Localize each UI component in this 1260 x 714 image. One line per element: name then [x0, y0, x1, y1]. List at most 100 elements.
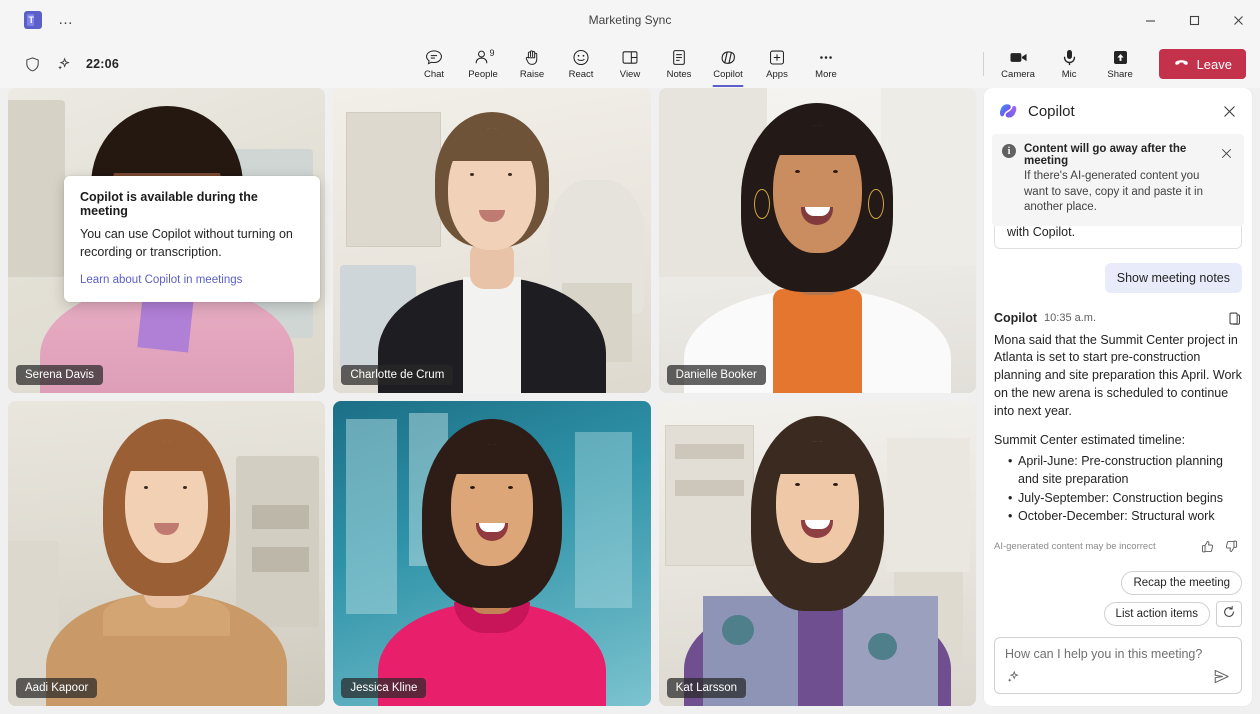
- microphone-icon: [1059, 48, 1080, 67]
- suggestion-recap-meeting[interactable]: Recap the meeting: [1121, 571, 1242, 595]
- tool-label: People: [468, 69, 498, 80]
- tool-share[interactable]: Share: [1096, 42, 1145, 86]
- copilot-content-warning-banner: i Content will go away after the meeting…: [992, 134, 1244, 226]
- participant-name: Jessica Kline: [341, 678, 427, 698]
- banner-title: Content will go away after the meeting: [1024, 143, 1187, 167]
- participant-name: Kat Larsson: [666, 678, 747, 698]
- copilot-panel-header: Copilot: [984, 88, 1252, 134]
- user-prompt-chip[interactable]: Show meeting notes: [1104, 262, 1242, 293]
- tool-apps[interactable]: Apps: [753, 42, 802, 86]
- message-timestamp: 10:35 a.m.: [1044, 312, 1097, 325]
- tool-view[interactable]: View: [606, 42, 655, 86]
- people-icon: 9: [474, 48, 495, 67]
- copilot-prompt-input[interactable]: [1005, 647, 1231, 661]
- refresh-suggestions-button[interactable]: [1216, 601, 1242, 627]
- participant-video: [333, 401, 651, 706]
- refresh-icon: [1222, 605, 1236, 624]
- window-title: Marketing Sync: [588, 13, 672, 27]
- title-bar: … Marketing Sync: [0, 0, 1260, 40]
- meeting-tools: Chat 9 People Raise React View Notes Cop…: [410, 40, 851, 88]
- participant-video: [333, 88, 651, 393]
- tool-label: View: [619, 69, 641, 80]
- close-copilot-panel-button[interactable]: [1216, 98, 1242, 124]
- tool-label: Share: [1107, 69, 1133, 80]
- tool-raise-hand[interactable]: Raise: [508, 42, 557, 86]
- participant-tile[interactable]: Charlotte de Crum: [333, 88, 651, 393]
- tool-react[interactable]: React: [557, 42, 606, 86]
- suggestion-row: List action items: [1103, 601, 1242, 627]
- tool-mic[interactable]: Mic: [1045, 42, 1094, 86]
- close-window-button[interactable]: [1216, 0, 1260, 40]
- copilot-panel-title: Copilot: [1028, 102, 1075, 120]
- timeline-list: April-June: Pre-construction planning an…: [994, 453, 1242, 526]
- timeline-item: July-September: Construction begins: [1008, 490, 1242, 508]
- participant-tile[interactable]: Jessica Kline: [333, 401, 651, 706]
- sparkle-icon[interactable]: [1005, 669, 1021, 685]
- leave-label: Leave: [1196, 56, 1232, 72]
- callout-body: You can use Copilot without turning on r…: [80, 227, 293, 260]
- timeline-item: April-June: Pre-construction planning an…: [1008, 453, 1242, 489]
- tool-chat[interactable]: Chat: [410, 42, 459, 86]
- clipped-message-text: with Copilot.: [1007, 225, 1076, 239]
- tool-label: Chat: [423, 69, 445, 80]
- tool-copilot[interactable]: Copilot: [704, 42, 753, 87]
- tool-label: Raise: [519, 69, 545, 80]
- participant-name: Danielle Booker: [666, 365, 766, 385]
- participant-tile[interactable]: Kat Larsson: [658, 401, 976, 706]
- tool-label: Mic: [1061, 69, 1077, 80]
- timeline-title: Summit Center estimated timeline:: [994, 433, 1186, 448]
- copilot-compose-box[interactable]: [994, 637, 1242, 694]
- meeting-status-group: 22:06: [24, 56, 119, 73]
- thumbs-up-icon[interactable]: [1196, 535, 1218, 557]
- tool-camera[interactable]: Camera: [994, 42, 1043, 86]
- leave-meeting-button[interactable]: Leave: [1158, 49, 1246, 79]
- copilot-sparkle-icon[interactable]: [55, 56, 72, 73]
- message-header: Copilot 10:35 a.m.: [994, 311, 1242, 326]
- participant-video: [658, 88, 976, 393]
- callout-learn-more-link[interactable]: Learn about Copilot in meetings: [80, 274, 242, 286]
- react-smiley-icon: [572, 48, 591, 67]
- participant-video: [8, 401, 326, 706]
- suggestion-list-action-items[interactable]: List action items: [1103, 602, 1210, 626]
- tool-more[interactable]: More: [802, 42, 851, 86]
- participant-name: Serena Davis: [16, 365, 104, 385]
- ai-disclaimer: AI-generated content may be incorrect: [994, 540, 1156, 552]
- participant-tile[interactable]: Danielle Booker: [658, 88, 976, 393]
- copilot-conversation[interactable]: with Copilot. Show meeting notes Copilot…: [984, 225, 1252, 563]
- hangup-icon: [1173, 54, 1190, 74]
- tool-notes[interactable]: Notes: [655, 42, 704, 86]
- meeting-timer: 22:06: [86, 57, 119, 71]
- participant-video: [658, 401, 976, 706]
- copy-icon[interactable]: [1227, 311, 1242, 326]
- suggestion-row: Recap the meeting: [1121, 571, 1242, 595]
- share-screen-icon: [1110, 48, 1131, 67]
- shield-icon[interactable]: [24, 56, 41, 73]
- people-count-badge: 9: [489, 48, 495, 58]
- dismiss-banner-button[interactable]: [1216, 143, 1236, 163]
- send-icon[interactable]: [1212, 667, 1231, 686]
- participant-tile[interactable]: Aadi Kapoor: [8, 401, 326, 706]
- raise-hand-icon: [523, 48, 542, 67]
- participant-name: Charlotte de Crum: [341, 365, 454, 385]
- apps-plus-icon: [768, 48, 787, 67]
- tool-people[interactable]: 9 People: [459, 42, 508, 86]
- app-menu-ellipsis-icon[interactable]: …: [54, 12, 78, 27]
- window-controls: [1128, 0, 1260, 40]
- maximize-button[interactable]: [1172, 0, 1216, 40]
- title-bar-left: …: [24, 11, 78, 29]
- meeting-body: Serena Davis Charlotte de Crum Danielle …: [0, 88, 1260, 714]
- message-body: Mona said that the Summit Center project…: [994, 332, 1242, 527]
- user-prompt-row: Show meeting notes: [994, 262, 1242, 293]
- thumbs-down-icon[interactable]: [1220, 535, 1242, 557]
- message-author: Copilot: [994, 311, 1038, 326]
- copilot-response-message: Copilot 10:35 a.m. Mona said that the Su…: [994, 311, 1242, 558]
- banner-body: If there's AI-generated content you want…: [1024, 170, 1203, 214]
- minimize-button[interactable]: [1128, 0, 1172, 40]
- copilot-suggestions: Recap the meeting List action items: [984, 563, 1252, 633]
- timeline-item: October-December: Structural work: [1008, 508, 1242, 526]
- callout-title: Copilot is available during the meeting: [80, 190, 258, 218]
- toolbar-divider: [982, 52, 984, 76]
- tool-label: More: [815, 69, 837, 80]
- copilot-icon: [718, 48, 738, 67]
- notes-icon: [670, 48, 689, 67]
